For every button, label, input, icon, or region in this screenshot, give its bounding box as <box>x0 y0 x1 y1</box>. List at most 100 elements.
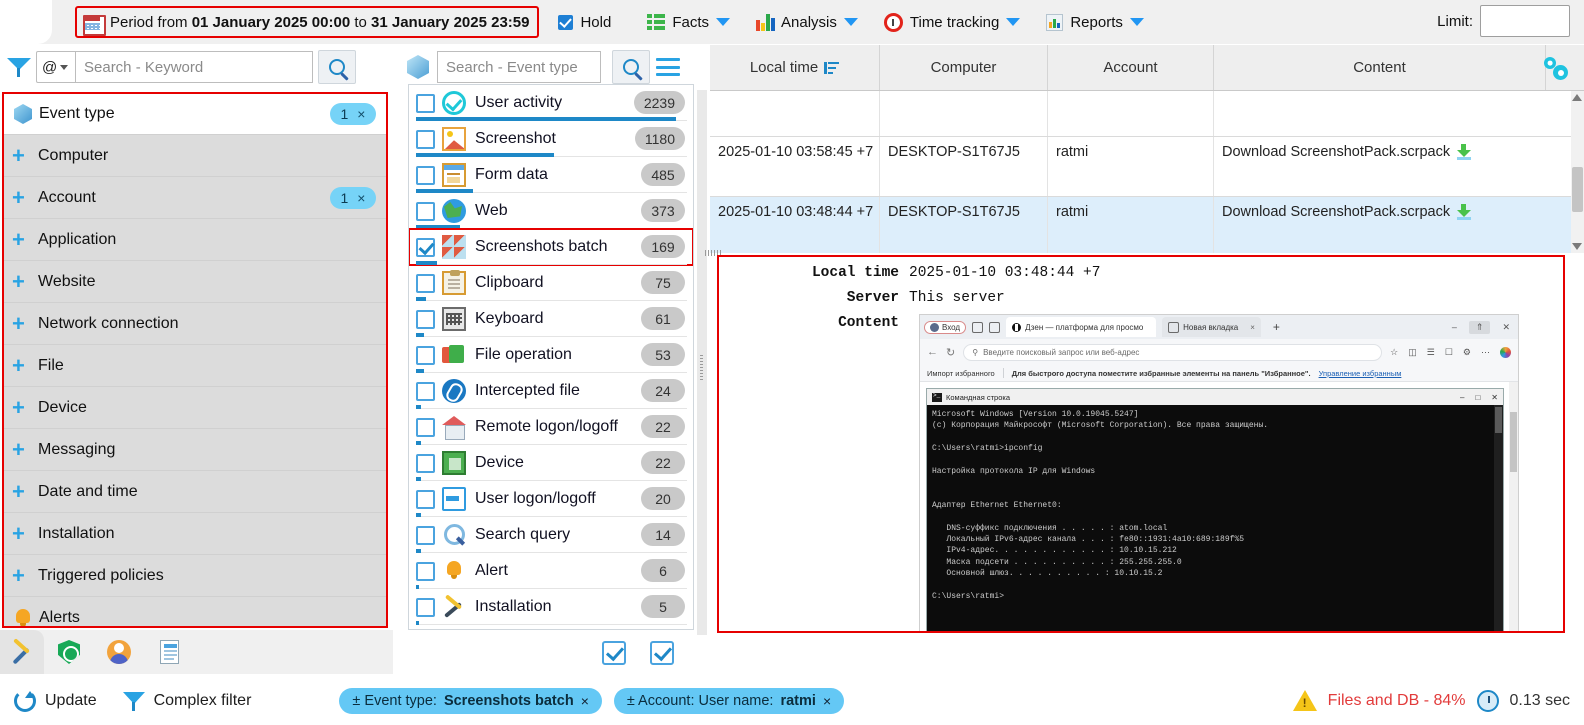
close-icon[interactable]: × <box>1250 323 1255 332</box>
menu-time-tracking[interactable]: Time tracking <box>884 13 1020 32</box>
event-type-row[interactable]: Web373 <box>409 193 693 229</box>
plus-icon[interactable]: + <box>12 271 38 293</box>
menu-analysis[interactable]: Analysis <box>756 14 858 31</box>
column-header-computer[interactable]: Computer <box>880 45 1048 90</box>
close-icon[interactable]: × <box>581 693 589 709</box>
filter-category-file[interactable]: +File <box>4 345 386 387</box>
filter-category-computer[interactable]: +Computer <box>4 135 386 177</box>
select-all-checkbox[interactable] <box>602 641 626 665</box>
hold-checkbox-box[interactable] <box>558 15 573 30</box>
command-prompt-scrollbar[interactable] <box>1494 405 1503 633</box>
scroll-thumb[interactable] <box>1572 167 1583 212</box>
event-type-checkbox[interactable] <box>416 598 435 617</box>
more-options-icon[interactable]: ⋯ <box>1481 347 1490 358</box>
sidebar-item-security[interactable] <box>44 630 94 674</box>
maximize-icon[interactable]: ⇑ <box>1469 321 1491 334</box>
filter-category-messaging[interactable]: +Messaging <box>4 429 386 471</box>
sidebar-item-users[interactable] <box>94 630 144 674</box>
browser-profile-button[interactable]: Вход <box>924 321 966 334</box>
column-header-local-time[interactable]: Local time <box>710 45 880 90</box>
filter-chip-event-type[interactable]: ± Event type: Screenshots batch × <box>339 688 601 714</box>
event-type-row[interactable]: Screenshots batch169 <box>409 229 693 265</box>
plus-icon[interactable]: + <box>12 481 38 503</box>
filter-chip-account[interactable]: ± Account: User name: ratmi × <box>614 688 844 714</box>
command-prompt-window[interactable]: Командная строка – □ ✕ Microsoft Windows… <box>926 388 1504 633</box>
table-row[interactable] <box>710 91 1584 137</box>
event-type-row[interactable]: Remote logon/logoff22 <box>409 409 693 445</box>
event-type-checkbox[interactable] <box>416 562 435 581</box>
close-icon[interactable]: × <box>357 190 365 206</box>
minimize-icon[interactable]: – <box>1452 322 1457 332</box>
split-screen-icon[interactable]: ◫ <box>1408 347 1417 358</box>
event-type-checkbox[interactable] <box>416 130 435 149</box>
reload-icon[interactable]: ↻ <box>946 346 955 359</box>
maximize-icon[interactable]: □ <box>1475 393 1480 402</box>
address-bar[interactable]: ⚲ Введите поисковый запрос или веб-адрес <box>963 344 1382 361</box>
filter-category-alerts[interactable]: Alerts <box>4 597 386 628</box>
event-type-checkbox[interactable] <box>416 418 435 437</box>
browser-tab-2[interactable]: Новая вкладка × <box>1162 317 1261 337</box>
minimize-icon[interactable]: – <box>1460 393 1464 402</box>
column-settings-icon[interactable] <box>1544 57 1570 81</box>
manage-favorites-link[interactable]: Управление избранным <box>1319 369 1402 378</box>
column-header-account[interactable]: Account <box>1048 45 1214 90</box>
close-icon[interactable]: × <box>357 106 365 122</box>
sidebar-item-tools[interactable] <box>0 630 44 674</box>
table-row[interactable]: 2025-01-10 03:48:44 +7DESKTOP-S1T67J5rat… <box>710 197 1584 253</box>
event-type-row[interactable]: Alert6 <box>409 553 693 589</box>
filter-category-application[interactable]: +Application <box>4 219 386 261</box>
search-input[interactable] <box>76 51 313 83</box>
plus-icon[interactable]: + <box>12 355 38 377</box>
event-type-row[interactable]: Device22 <box>409 445 693 481</box>
download-icon[interactable] <box>1457 144 1471 159</box>
event-type-checkbox[interactable] <box>416 346 435 365</box>
period-selector[interactable]: Period from 01 January 2025 00:00 to 31 … <box>75 6 539 38</box>
menu-facts[interactable]: Facts <box>647 14 730 31</box>
browser-split-screen-icon[interactable] <box>989 322 1000 333</box>
update-button[interactable]: Update <box>14 690 97 712</box>
plus-icon[interactable]: + <box>12 439 38 461</box>
event-type-checkbox[interactable] <box>416 490 435 509</box>
event-type-row[interactable]: Clipboard75 <box>409 265 693 301</box>
filter-category-installation[interactable]: +Installation <box>4 513 386 555</box>
event-type-row[interactable]: Search query14 <box>409 517 693 553</box>
table-row[interactable]: 2025-01-10 03:58:45 +7DESKTOP-S1T67J5rat… <box>710 137 1584 197</box>
event-type-row[interactable]: Screenshot1180 <box>409 121 693 157</box>
download-icon[interactable] <box>1457 204 1471 219</box>
close-icon[interactable]: × <box>823 693 831 709</box>
plus-icon[interactable]: + <box>12 229 38 251</box>
scroll-down-icon[interactable] <box>1572 243 1582 250</box>
event-type-row[interactable]: File operation53 <box>409 337 693 373</box>
plus-icon[interactable]: + <box>12 187 38 209</box>
apply-selection-checkbox[interactable] <box>650 641 674 665</box>
status-badge[interactable]: 1× <box>330 187 376 209</box>
close-icon[interactable]: × <box>1155 323 1156 332</box>
event-type-checkbox[interactable] <box>416 166 435 185</box>
limit-input[interactable] <box>1480 5 1570 37</box>
event-type-checkbox[interactable] <box>416 94 435 113</box>
browser-essentials-icon[interactable]: ⚙ <box>1463 347 1471 358</box>
copilot-icon[interactable] <box>1500 347 1511 358</box>
event-type-list[interactable]: User activity2239Screenshot1180Form data… <box>408 84 694 630</box>
filter-funnel-icon[interactable] <box>6 56 32 78</box>
plus-icon[interactable]: + <box>12 397 38 419</box>
plus-icon[interactable]: + <box>12 565 38 587</box>
browser-tab-1[interactable]: Дзен — платформа для просмо × <box>1006 317 1156 337</box>
scroll-up-icon[interactable] <box>1572 94 1582 101</box>
table-vertical-scrollbar[interactable] <box>1571 91 1584 253</box>
collections-icon[interactable]: ☐ <box>1445 347 1453 358</box>
screenshot-scrollbar[interactable] <box>1509 382 1518 633</box>
sidebar-item-documents[interactable] <box>144 630 194 674</box>
search-scope-select[interactable]: @ <box>36 51 76 83</box>
event-type-checkbox[interactable] <box>416 238 435 257</box>
close-icon[interactable]: ✕ <box>1502 322 1510 333</box>
close-icon[interactable]: ✕ <box>1491 393 1498 402</box>
event-type-row[interactable]: User activity2239 <box>409 85 693 121</box>
favorite-star-icon[interactable]: ☆ <box>1390 347 1398 358</box>
event-type-search-input[interactable] <box>437 51 601 83</box>
event-type-checkbox[interactable] <box>416 454 435 473</box>
filter-category-account[interactable]: +Account1× <box>4 177 386 219</box>
search-button[interactable] <box>318 50 356 84</box>
status-badge[interactable]: 1× <box>330 103 376 125</box>
column-header-content[interactable]: Content <box>1214 45 1546 90</box>
